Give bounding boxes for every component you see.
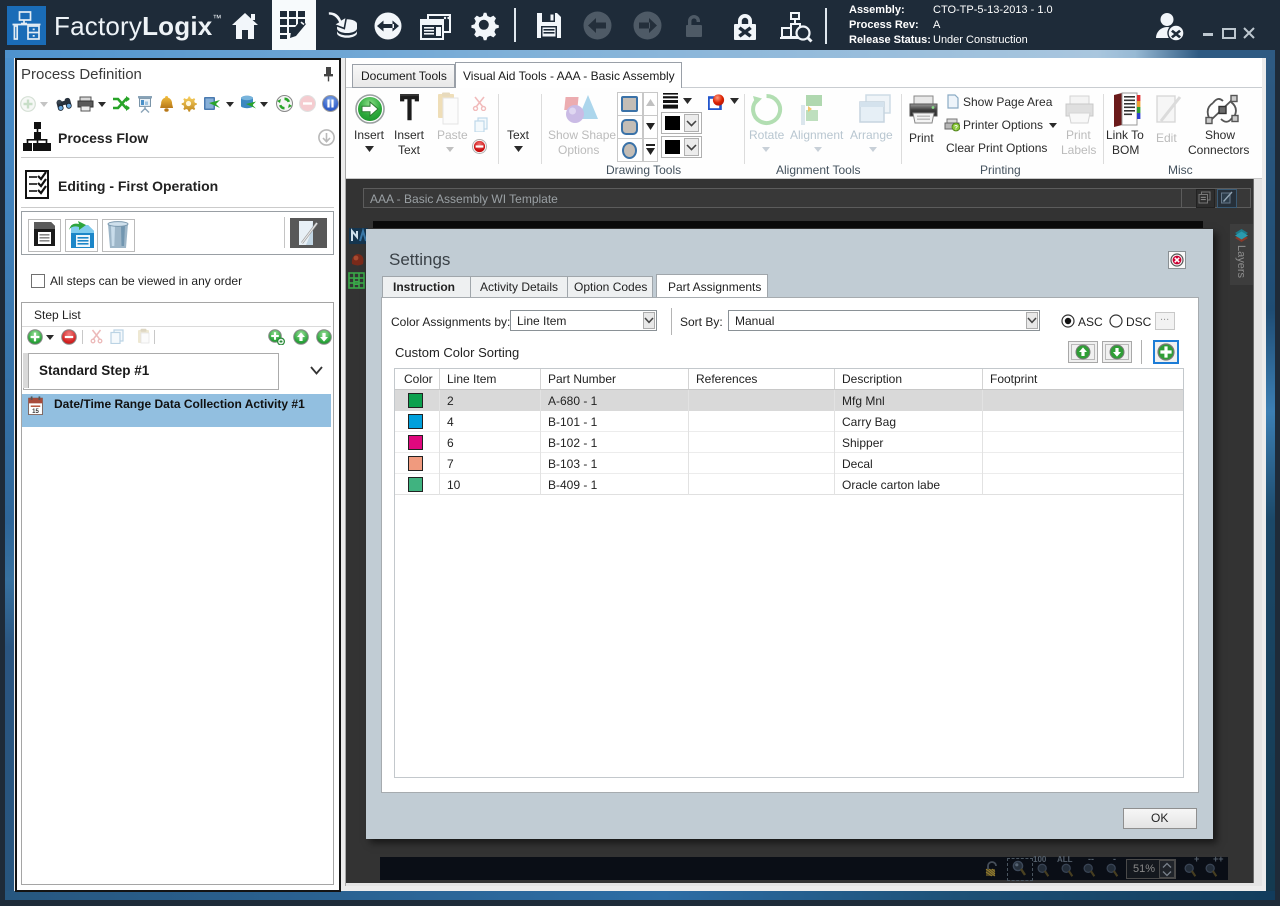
svg-text:?: ? [954,125,958,132]
svg-text:E: E [353,277,360,288]
svg-text:15: 15 [32,409,39,415]
